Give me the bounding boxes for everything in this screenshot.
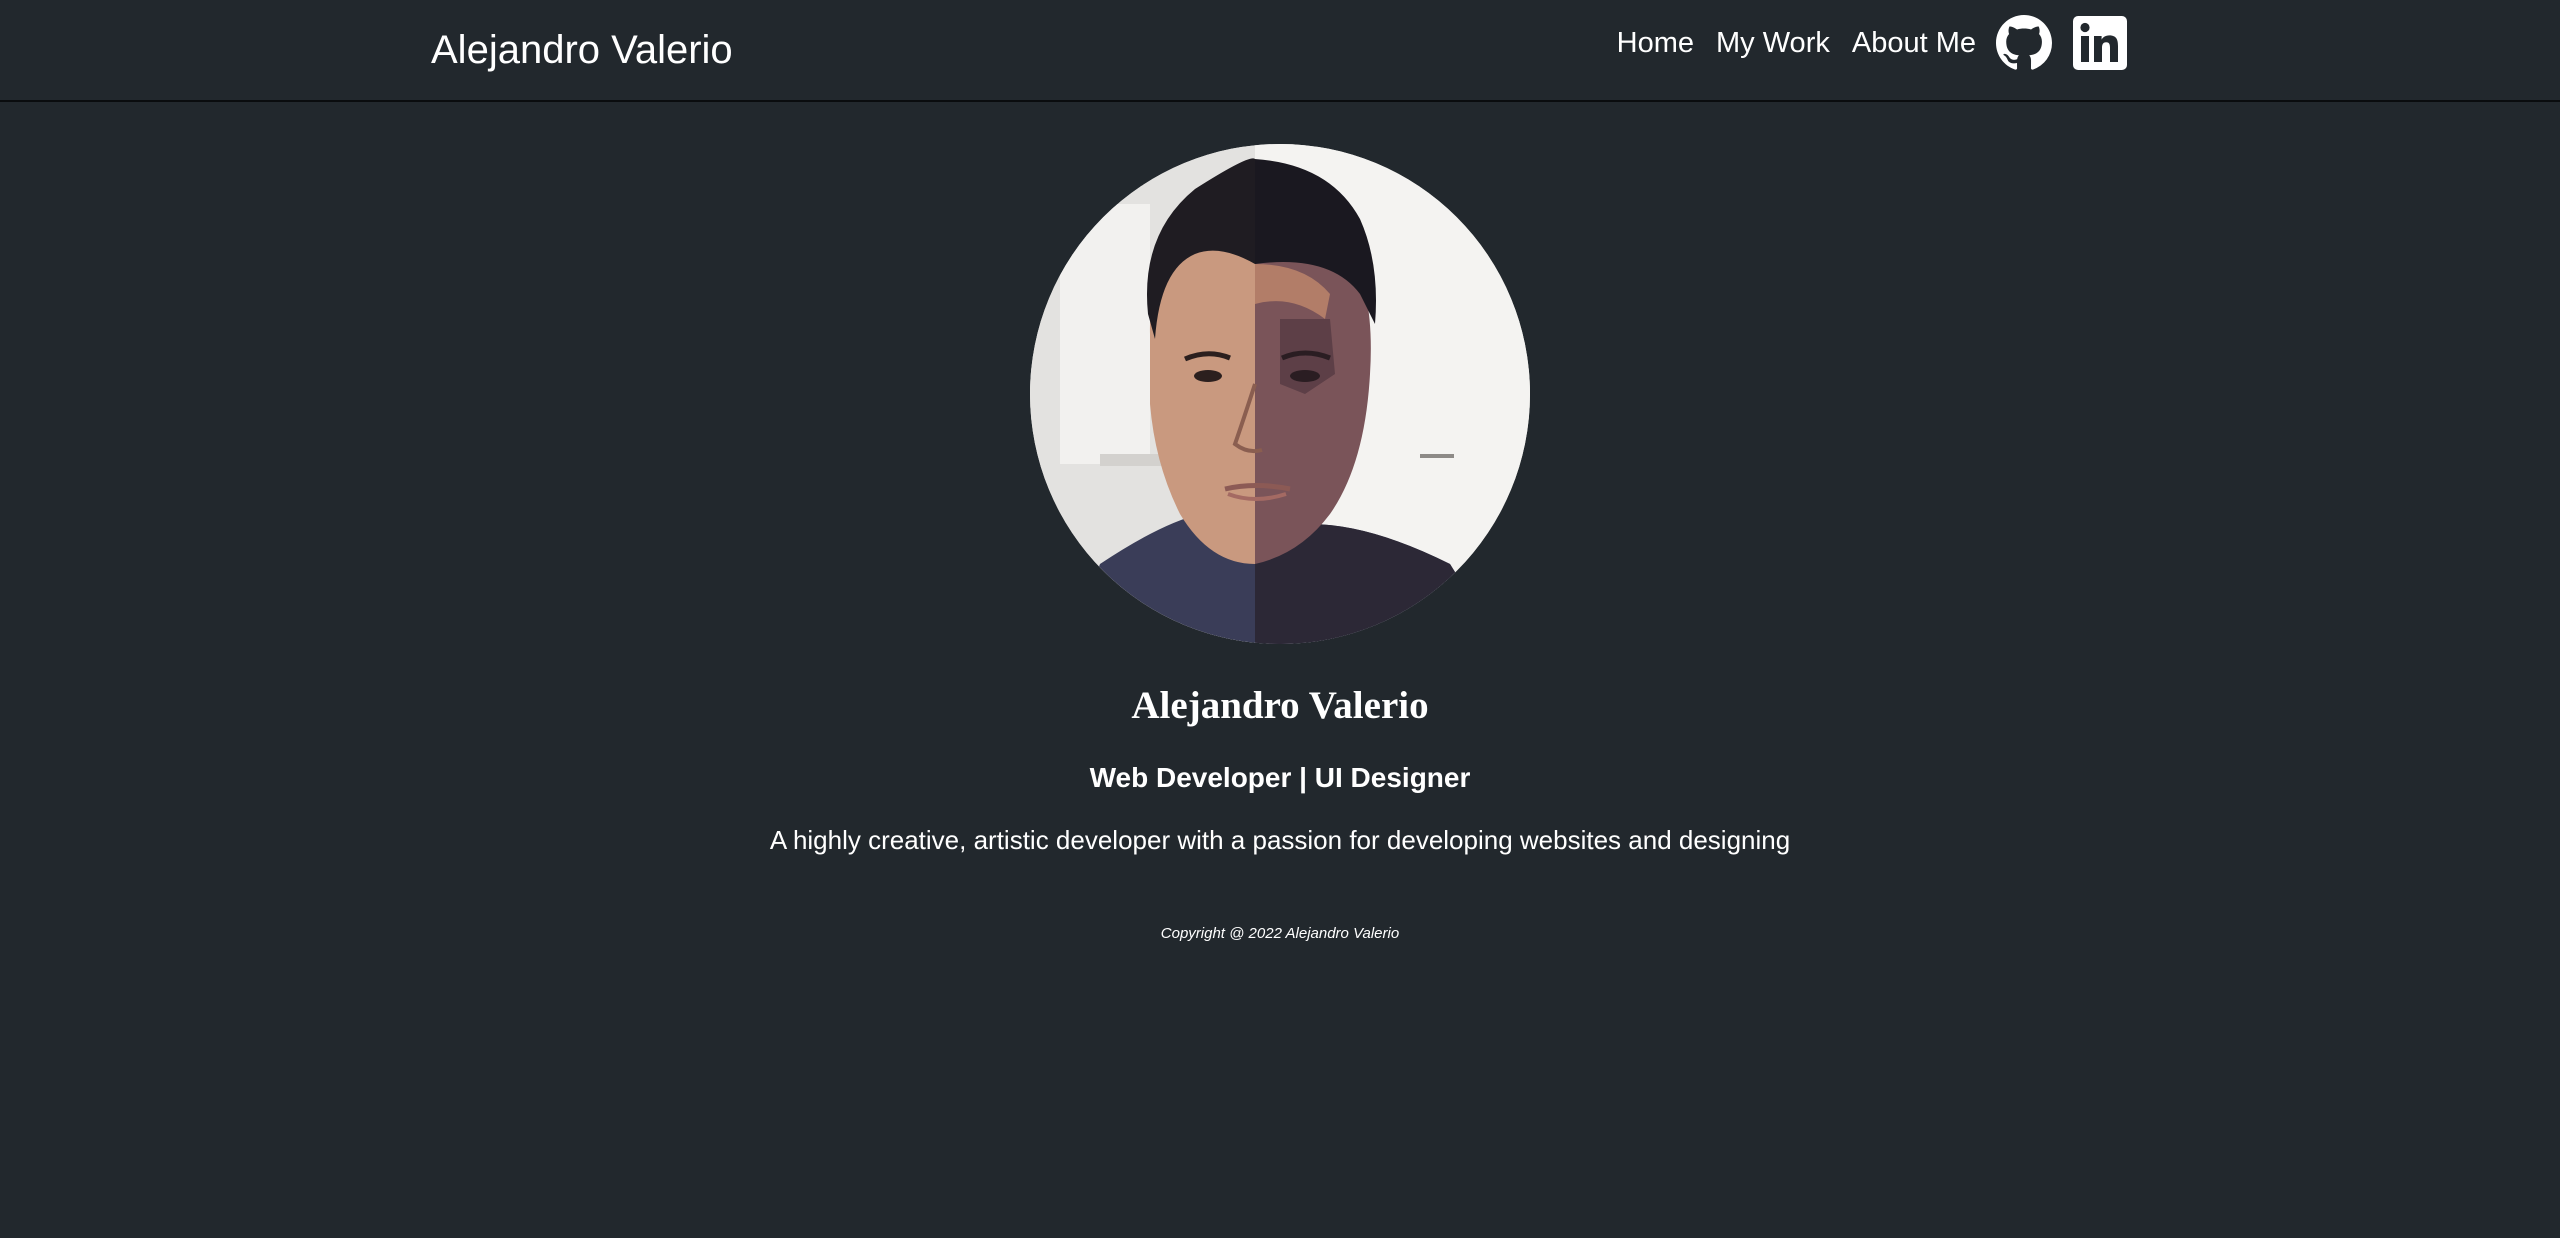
github-icon-graphic — [1996, 15, 2052, 70]
linkedin-icon-graphic — [2073, 16, 2127, 70]
nav-about-me-link[interactable]: About Me — [1852, 14, 1976, 72]
profile-portrait-graphic — [1030, 144, 1530, 644]
hero-name: Alejandro Valerio — [1131, 684, 1429, 727]
nav-my-work-link[interactable]: My Work — [1716, 14, 1830, 72]
site-header: Alejandro Valerio Home My Work About Me — [0, 0, 2560, 102]
hero-role: Web Developer | UI Designer — [1089, 762, 1471, 793]
github-icon[interactable] — [1996, 15, 2052, 71]
main-nav: Home My Work About Me — [1617, 14, 2128, 72]
nav-home-link[interactable]: Home — [1617, 14, 1694, 72]
site-brand-link[interactable]: Alejandro Valerio — [431, 24, 733, 76]
profile-photo — [1030, 144, 1530, 644]
linkedin-icon[interactable] — [2072, 15, 2128, 71]
hero-description: A highly creative, artistic developer wi… — [769, 825, 1791, 855]
footer-copyright: Copyright @ 2022 Alejandro Valerio — [1160, 925, 1400, 942]
